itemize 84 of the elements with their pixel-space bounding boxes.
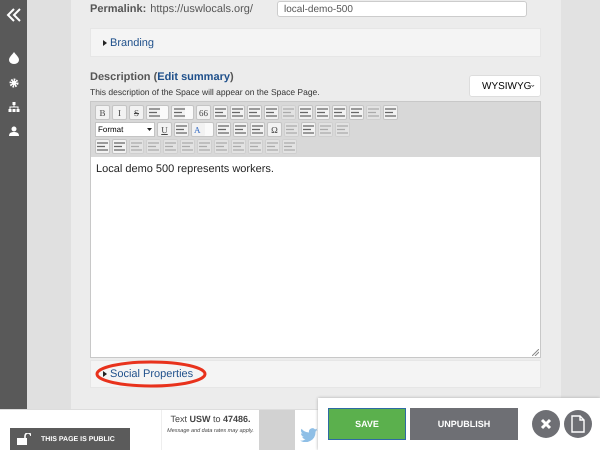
triangle-icon — [103, 40, 107, 46]
lines-icon — [182, 142, 193, 151]
toolbar-button[interactable] — [233, 122, 248, 137]
toolbar-button[interactable] — [171, 105, 194, 120]
lines-icon — [267, 142, 278, 151]
collapse-icon[interactable] — [6, 8, 22, 22]
lines-icon — [165, 142, 176, 151]
caret-icon — [147, 128, 152, 131]
description-label: Description (Edit summary) — [90, 71, 235, 83]
document-button[interactable] — [564, 410, 592, 438]
toolbar-button[interactable]: A — [191, 122, 214, 137]
unpublish-button[interactable]: UNPUBLISH — [410, 408, 518, 440]
lines-icon — [337, 125, 348, 134]
user-icon[interactable] — [8, 126, 18, 136]
toolbar-button[interactable] — [250, 122, 265, 137]
lines-icon — [300, 108, 311, 117]
toolbar-button[interactable] — [213, 105, 228, 120]
sitemap-icon[interactable] — [8, 102, 20, 112]
lines-icon — [148, 142, 159, 151]
resize-grip-icon[interactable] — [532, 349, 539, 356]
lines-icon — [174, 108, 185, 117]
toolbar-button[interactable] — [146, 105, 169, 120]
lines-icon — [334, 108, 345, 117]
format-select[interactable]: Format — [95, 122, 155, 137]
lines-icon — [215, 108, 226, 117]
toolbar-button[interactable]: 66 — [196, 105, 211, 120]
sms-text: Text USW to 47486. — [169, 414, 252, 424]
lines-icon — [114, 142, 125, 151]
lines-icon — [249, 108, 260, 117]
lines-icon — [317, 108, 328, 117]
edit-summary-link[interactable]: Edit summary — [157, 71, 230, 83]
toolbar-button[interactable]: U — [157, 122, 172, 137]
lines-icon — [199, 142, 210, 151]
toolbar-button[interactable] — [349, 105, 364, 120]
toolbar-button[interactable] — [301, 122, 316, 137]
lines-icon — [303, 125, 314, 134]
editor-mode-select[interactable]: WYSIWYG — [469, 75, 541, 97]
triangle-icon — [103, 371, 107, 377]
lines-icon — [235, 125, 246, 134]
close-icon — [540, 418, 552, 430]
lines-icon — [368, 108, 379, 117]
lines-icon — [131, 142, 142, 151]
toolbar-button[interactable]: Ω — [267, 122, 282, 137]
close-button[interactable] — [532, 410, 560, 438]
lines-icon — [97, 142, 108, 151]
lines-icon — [252, 125, 263, 134]
toolbar-button[interactable] — [247, 105, 262, 120]
lines-icon — [250, 142, 261, 151]
drop-icon[interactable] — [8, 52, 20, 64]
lines-icon — [232, 108, 243, 117]
toolbar-button[interactable] — [230, 105, 245, 120]
toolbar-button[interactable]: I — [112, 105, 127, 120]
lines-icon — [286, 125, 297, 134]
section-toggle[interactable]: Branding — [103, 36, 154, 48]
lines-icon — [266, 108, 277, 117]
editor-text: Local demo 500 represents workers. — [96, 163, 275, 175]
lines-icon — [283, 108, 294, 117]
lines-icon — [385, 108, 396, 117]
toolbar-button[interactable] — [264, 105, 279, 120]
toolbar-button[interactable] — [298, 105, 313, 120]
lines-icon — [216, 142, 227, 151]
description-hint: This description of the Space will appear on the Space Page. — [90, 87, 320, 97]
toolbar-button[interactable] — [216, 122, 231, 137]
permalink-field[interactable]: local-demo-500 — [277, 1, 527, 17]
lines-icon — [176, 125, 187, 134]
toolbar-button[interactable] — [174, 122, 189, 137]
toolbar-button[interactable] — [383, 105, 398, 120]
toolbar-button[interactable]: B — [95, 105, 110, 120]
unlock-icon — [17, 433, 31, 445]
lines-icon — [284, 142, 295, 151]
toolbar-button[interactable]: S — [129, 105, 144, 120]
settings-icon[interactable] — [8, 78, 18, 88]
lines-icon — [233, 142, 244, 151]
lines-icon — [218, 125, 229, 134]
permalink-label: Permalink: — [90, 3, 146, 15]
toolbar-button[interactable] — [315, 105, 330, 120]
lines-icon — [320, 125, 331, 134]
toolbar-button[interactable] — [95, 139, 110, 154]
document-icon — [571, 415, 585, 433]
lines-icon — [351, 108, 362, 117]
lines-icon — [149, 108, 160, 117]
permalink-prefix: https://uswlocals.org/ — [150, 3, 253, 15]
toolbar-button[interactable] — [112, 139, 127, 154]
toolbar-button[interactable] — [332, 105, 347, 120]
